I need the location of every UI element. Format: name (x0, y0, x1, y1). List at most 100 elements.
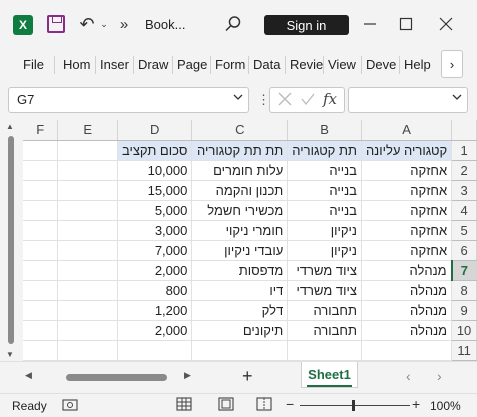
cell-f10[interactable] (23, 320, 59, 341)
cell-f2[interactable] (23, 160, 59, 181)
cell-b8[interactable]: ציוד משרדי (287, 280, 362, 301)
sign-in-button[interactable]: Sign in (264, 15, 349, 35)
cell-b6[interactable]: ניקיון (287, 240, 362, 261)
cell-b1[interactable]: תת קטגוריה (287, 140, 362, 161)
cell-b5[interactable]: ניקיון (287, 220, 362, 241)
next-sheet-icon[interactable]: › (437, 368, 442, 384)
workbook-title[interactable]: Book... (145, 17, 185, 32)
column-header-f[interactable]: F (23, 120, 59, 141)
cell-b11[interactable] (287, 340, 362, 361)
cell-c6[interactable]: עובדי ניקיון (191, 240, 289, 261)
tab-draw[interactable]: Draw (138, 57, 168, 72)
column-header-d[interactable]: D (117, 120, 193, 141)
cell-a1[interactable]: קטגוריה עליונה (361, 140, 453, 161)
cell-e6[interactable] (57, 240, 118, 261)
cell-f6[interactable] (23, 240, 59, 261)
cell-b2[interactable]: בנייה (287, 160, 362, 181)
cell-a2[interactable]: אחזקה (361, 160, 453, 181)
row-header-6[interactable]: 6 (451, 240, 477, 261)
column-header-b[interactable]: B (287, 120, 362, 141)
cell-d3[interactable]: 15,000 (117, 180, 193, 201)
formula-input[interactable] (348, 87, 468, 113)
tab-page-layout[interactable]: Page (177, 57, 207, 72)
tab-home[interactable]: Hom (63, 57, 90, 72)
page-break-view-icon[interactable] (256, 397, 272, 411)
quick-access-more-icon[interactable]: » (117, 14, 131, 34)
tab-review[interactable]: Revie (290, 57, 323, 72)
ribbon-more-button[interactable]: › (441, 50, 463, 78)
cell-f9[interactable] (23, 300, 59, 321)
column-header-a[interactable]: A (361, 120, 453, 141)
cell-e8[interactable] (57, 280, 118, 301)
cell-c10[interactable]: תיקונים (191, 320, 289, 341)
name-box[interactable] (8, 87, 249, 113)
cell-a9[interactable]: מנהלה (361, 300, 453, 321)
tab-view[interactable]: View (328, 57, 356, 72)
cell-a8[interactable]: מנהלה (361, 280, 453, 301)
row-header-9[interactable]: 9 (451, 300, 477, 321)
row-header-5[interactable]: 5 (451, 220, 477, 241)
cell-e11[interactable] (57, 340, 118, 361)
cell-c9[interactable]: דלק (191, 300, 289, 321)
cell-d11[interactable] (117, 340, 193, 361)
cell-d7[interactable]: 2,000 (117, 260, 193, 281)
cell-d6[interactable]: 7,000 (117, 240, 193, 261)
minimize-icon[interactable] (360, 14, 380, 34)
add-sheet-icon[interactable]: + (242, 366, 253, 387)
vertical-scroll-thumb[interactable] (8, 136, 14, 344)
cell-e3[interactable] (57, 180, 118, 201)
cell-c4[interactable]: מכשירי חשמל (191, 200, 289, 221)
cell-e2[interactable] (57, 160, 118, 181)
row-header-4[interactable]: 4 (451, 200, 477, 221)
cell-c1[interactable]: תת תת קטגוריה (191, 140, 289, 161)
zoom-slider[interactable] (300, 405, 410, 406)
cell-e9[interactable] (57, 300, 118, 321)
cell-c3[interactable]: תכנון והקמה (191, 180, 289, 201)
cancel-icon[interactable] (277, 91, 293, 112)
cell-e7[interactable] (57, 260, 118, 281)
select-all-corner[interactable] (451, 120, 477, 141)
cell-a3[interactable]: אחזקה (361, 180, 453, 201)
cell-c7[interactable]: מדפסות (191, 260, 289, 281)
cell-b3[interactable]: בנייה (287, 180, 362, 201)
cell-a11[interactable] (361, 340, 453, 361)
cell-d4[interactable]: 5,000 (117, 200, 193, 221)
tab-formulas[interactable]: Form (215, 57, 245, 72)
cell-e10[interactable] (57, 320, 118, 341)
row-header-1[interactable]: 1 (451, 140, 477, 161)
accessibility-icon[interactable] (62, 398, 78, 412)
cell-c8[interactable]: דיו (191, 280, 289, 301)
cell-c5[interactable]: חומרי ניקוי (191, 220, 289, 241)
cell-d1[interactable]: סכום תקציב (117, 140, 193, 161)
cell-c2[interactable]: עלות חומרים (191, 160, 289, 181)
cell-a5[interactable]: אחזקה (361, 220, 453, 241)
cell-f4[interactable] (23, 200, 59, 221)
cell-e1[interactable] (57, 140, 118, 161)
check-icon[interactable] (300, 91, 316, 112)
cell-b4[interactable]: בנייה (287, 200, 362, 221)
expand-formula-icon[interactable] (451, 91, 463, 106)
row-header-11[interactable]: 11 (451, 340, 477, 361)
cell-f5[interactable] (23, 220, 59, 241)
cell-d2[interactable]: 10,000 (117, 160, 193, 181)
page-layout-view-icon[interactable] (218, 397, 234, 411)
cell-a7[interactable]: מנהלה (361, 260, 453, 281)
chevron-down-icon[interactable] (232, 91, 244, 106)
row-header-3[interactable]: 3 (451, 180, 477, 201)
tab-data[interactable]: Data (253, 57, 280, 72)
cell-d9[interactable]: 1,200 (117, 300, 193, 321)
cell-f1[interactable] (23, 140, 59, 161)
cell-d10[interactable]: 2,000 (117, 320, 193, 341)
cell-e4[interactable] (57, 200, 118, 221)
row-header-8[interactable]: 8 (451, 280, 477, 301)
tab-developer[interactable]: Deve (366, 57, 396, 72)
cell-f8[interactable] (23, 280, 59, 301)
insert-function-icon[interactable]: fx (323, 90, 337, 108)
scroll-left-icon[interactable]: ◀ (25, 370, 32, 381)
save-icon[interactable] (47, 15, 65, 33)
cell-a6[interactable]: אחזקה (361, 240, 453, 261)
row-header-2[interactable]: 2 (451, 160, 477, 181)
cell-a10[interactable]: מנהלה (361, 320, 453, 341)
zoom-out-icon[interactable]: − (286, 396, 294, 412)
row-header-10[interactable]: 10 (451, 320, 477, 341)
